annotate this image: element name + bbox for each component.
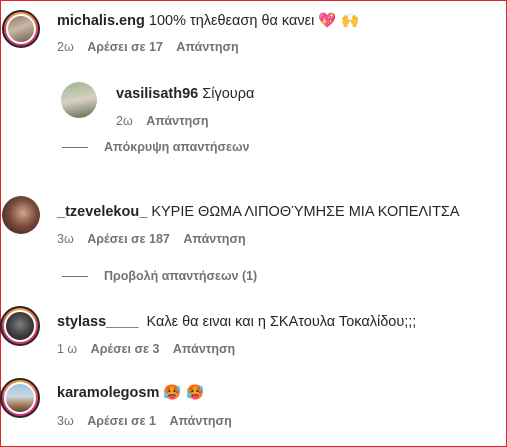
avatar[interactable] <box>61 82 97 118</box>
reply-button[interactable]: Απάντηση <box>169 414 231 428</box>
avatar[interactable] <box>0 306 40 346</box>
emoji: 🥵 🥵 <box>163 385 205 401</box>
avatar[interactable] <box>2 10 40 48</box>
emoji: 💖 🙌 <box>318 13 360 29</box>
likes-count[interactable]: Αρέσει σε 187 <box>87 232 170 246</box>
comment-text: ΚΥΡΙΕ ΘΩΜΑ ΛΙΠΟΘΎΜΗΣΕ ΜΙΑ ΚΟΠΕΛΙΤΣΑ <box>151 204 460 220</box>
divider <box>62 147 88 149</box>
reply-button[interactable]: Απάντηση <box>176 40 238 54</box>
timestamp[interactable]: 1 ω <box>57 342 77 356</box>
username[interactable]: karamolegosm <box>57 385 159 401</box>
username[interactable]: stylass____ <box>57 314 138 330</box>
avatar[interactable] <box>2 196 40 234</box>
divider <box>62 276 88 278</box>
comment-text: Καλε θα ειναι και η ΣΚΑτουλα Τοκαλίδου;;… <box>146 314 417 330</box>
view-replies-label: Προβολή απαντήσεων (1) <box>104 269 258 283</box>
timestamp[interactable]: 3ω <box>57 232 74 246</box>
view-replies-toggle[interactable]: Προβολή απαντήσεων (1) <box>62 269 257 283</box>
timestamp[interactable]: 2ω <box>116 114 133 128</box>
reply-button[interactable]: Απάντηση <box>146 114 208 128</box>
likes-count[interactable]: Αρέσει σε 17 <box>87 40 163 54</box>
hide-replies-label: Απόκρυψη απαντήσεων <box>104 140 250 154</box>
reply-button[interactable]: Απάντηση <box>183 232 245 246</box>
username[interactable]: vasilisath96 <box>116 86 198 102</box>
avatar[interactable] <box>0 378 40 418</box>
likes-count[interactable]: Αρέσει σε 1 <box>87 414 156 428</box>
username[interactable]: _tzevelekou_ <box>57 204 147 220</box>
reply-button[interactable]: Απάντηση <box>173 342 235 356</box>
timestamp[interactable]: 2ω <box>57 40 74 54</box>
comment-text: Σίγουρα <box>202 86 255 102</box>
screenshot-frame <box>0 0 507 447</box>
hide-replies-toggle[interactable]: Απόκρυψη απαντήσεων <box>62 140 250 154</box>
username[interactable]: michalis.eng <box>57 13 145 29</box>
likes-count[interactable]: Αρέσει σε 3 <box>91 342 160 356</box>
timestamp[interactable]: 3ω <box>57 414 74 428</box>
comment-text: 100% τηλεθεαση θα κανει <box>148 13 319 29</box>
